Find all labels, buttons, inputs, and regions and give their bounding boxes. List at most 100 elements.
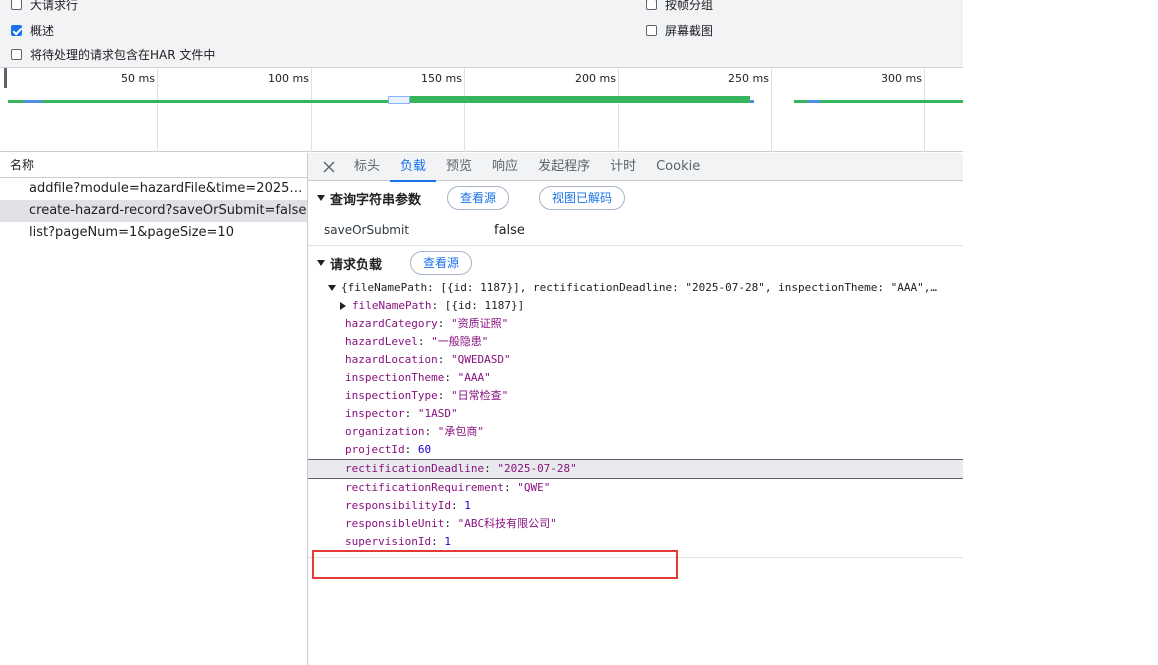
field-key: responsibleUnit bbox=[345, 517, 445, 530]
tab-preview[interactable]: 预览 bbox=[436, 153, 482, 181]
tick-gridline bbox=[618, 68, 619, 152]
request-bar-blue bbox=[808, 100, 820, 103]
request-payload-section: 请求负载 查看源 {fileNamePath: [{id: 1187}], re… bbox=[308, 246, 963, 579]
field-key: rectificationDeadline bbox=[345, 462, 485, 475]
highlight-annotation-box bbox=[312, 550, 678, 579]
tick-label: 300 ms bbox=[881, 72, 922, 85]
view-source-button[interactable]: 查看源 bbox=[410, 251, 473, 275]
tab-timing[interactable]: 计时 bbox=[600, 153, 646, 181]
payload-field[interactable]: projectId: 60 bbox=[308, 441, 963, 459]
tick-gridline bbox=[924, 68, 925, 152]
payload-field[interactable]: inspectionType: "日常检查" bbox=[308, 387, 963, 405]
option-label: 按帧分组 bbox=[665, 0, 714, 12]
payload-field[interactable]: inspector: "1ASD" bbox=[308, 405, 963, 423]
view-source-button[interactable]: 查看源 bbox=[447, 186, 510, 210]
request-row-selected[interactable]: create-hazard-record?saveOrSubmit=false bbox=[0, 200, 307, 222]
tick-gridline bbox=[464, 68, 465, 152]
request-details: 标头 负载 预览 响应 发起程序 计时 Cookie 查询字符串参数 查看源 视… bbox=[308, 153, 963, 665]
tab-payload[interactable]: 负载 bbox=[390, 153, 437, 182]
tick-gridline bbox=[157, 68, 158, 152]
payload-field[interactable]: responsibleUnit: "ABC科技有限公司" bbox=[308, 515, 963, 533]
tab-cookies[interactable]: Cookie bbox=[646, 153, 710, 181]
collapse-triangle-icon bbox=[317, 260, 325, 266]
payload-field[interactable]: inspectionTheme: "AAA" bbox=[308, 369, 963, 387]
checkbox-overview[interactable] bbox=[11, 24, 22, 36]
field-value: "QWE" bbox=[517, 481, 551, 494]
field-value: "AAA" bbox=[457, 371, 491, 384]
checkbox-group-by-frame[interactable] bbox=[646, 0, 657, 10]
payload-field[interactable]: supervisionId: 1 bbox=[308, 533, 963, 551]
request-bar-blue bbox=[750, 100, 754, 103]
payload-field[interactable]: organization: "承包商" bbox=[308, 423, 963, 441]
request-row[interactable]: list?pageNum=1&pageSize=10 bbox=[0, 222, 307, 244]
tick-label: 250 ms bbox=[728, 72, 769, 85]
option-overview[interactable]: 概述 bbox=[11, 20, 54, 40]
field-key: inspectionType bbox=[345, 389, 438, 402]
field-value: "资质证照" bbox=[450, 317, 509, 330]
devtools-network-panel: 大请求行 概述 将待处理的请求包含在HAR 文件中 按帧分组 屏幕截图 50 m… bbox=[0, 0, 963, 665]
field-value: 60 bbox=[417, 443, 432, 456]
query-params-section: 查询字符串参数 查看源 视图已解码 saveOrSubmit false bbox=[308, 181, 963, 246]
option-screenshots[interactable]: 屏幕截图 bbox=[646, 20, 713, 40]
payload-root-object[interactable]: {fileNamePath: [{id: 1187}], rectificati… bbox=[308, 279, 963, 297]
tab-response[interactable]: 响应 bbox=[482, 153, 528, 181]
param-value: false bbox=[494, 222, 525, 238]
overview-drag-handle[interactable] bbox=[4, 68, 7, 88]
tick-label: 200 ms bbox=[575, 72, 616, 85]
field-value: "一般隐患" bbox=[431, 335, 489, 348]
tick-gridline bbox=[771, 68, 772, 152]
field-value: "承包商" bbox=[437, 425, 484, 438]
field-key: rectificationRequirement bbox=[345, 481, 504, 494]
option-large-rows[interactable]: 大请求行 bbox=[11, 0, 78, 14]
payload-field[interactable]: rectificationRequirement: "QWE" bbox=[308, 479, 963, 497]
tick-label: 100 ms bbox=[268, 72, 309, 85]
tab-initiator[interactable]: 发起程序 bbox=[528, 153, 600, 181]
field-key: organization bbox=[345, 425, 425, 438]
field-key: inspectionTheme bbox=[345, 371, 445, 384]
payload-field-filenamepath[interactable]: fileNamePath: [{id: 1187}] bbox=[308, 297, 963, 315]
field-value: [{id: 1187}] bbox=[444, 299, 525, 312]
checkbox-large-rows[interactable] bbox=[11, 0, 22, 10]
field-key: hazardCategory bbox=[345, 317, 438, 330]
payload-summary: {fileNamePath: [{id: 1187}], rectificati… bbox=[341, 281, 938, 294]
collapse-triangle-icon bbox=[317, 195, 325, 201]
tick-gridline bbox=[311, 68, 312, 152]
view-decoded-button[interactable]: 视图已解码 bbox=[539, 186, 626, 210]
payload-field[interactable]: hazardLevel: "一般隐患" bbox=[308, 333, 963, 351]
option-label: 概述 bbox=[30, 23, 55, 38]
field-value: 1 bbox=[464, 499, 471, 512]
request-list: 名称 addfile?module=hazardFile&time=2025-0… bbox=[0, 153, 308, 665]
checkbox-screenshots[interactable] bbox=[646, 24, 657, 36]
checkbox-include-pending-har[interactable] bbox=[11, 48, 22, 60]
expand-triangle-icon bbox=[340, 302, 346, 310]
payload-field[interactable]: rectificationDeadline: "2025-07-28" bbox=[308, 459, 963, 479]
network-settings: 大请求行 概述 将待处理的请求包含在HAR 文件中 按帧分组 屏幕截图 bbox=[0, 0, 963, 68]
expand-triangle-icon bbox=[328, 285, 336, 291]
overview-timeline[interactable]: 50 ms 100 ms 150 ms 200 ms 250 ms 300 ms bbox=[0, 68, 963, 152]
request-bar-main bbox=[410, 96, 750, 103]
field-key: supervisionId bbox=[345, 535, 432, 548]
request-payload-header[interactable]: 请求负载 查看源 bbox=[308, 246, 963, 280]
close-icon[interactable] bbox=[314, 153, 344, 181]
option-label: 大请求行 bbox=[30, 0, 79, 12]
field-key: responsibilityId bbox=[345, 499, 451, 512]
section-title: 请求负载 bbox=[330, 257, 383, 273]
section-title: 查询字符串参数 bbox=[330, 192, 422, 208]
field-value: 1 bbox=[444, 535, 451, 548]
field-key: inspector bbox=[345, 407, 405, 420]
option-group-by-frame[interactable]: 按帧分组 bbox=[646, 0, 713, 14]
option-include-pending-har[interactable]: 将待处理的请求包含在HAR 文件中 bbox=[11, 44, 215, 64]
column-header-name[interactable]: 名称 bbox=[0, 153, 307, 178]
request-bar-blue bbox=[24, 100, 42, 103]
tab-headers[interactable]: 标头 bbox=[344, 153, 390, 181]
payload-field[interactable]: responsibilityId: 1 bbox=[308, 497, 963, 515]
query-params-header[interactable]: 查询字符串参数 查看源 视图已解码 bbox=[308, 181, 963, 215]
payload-field[interactable]: hazardCategory: "资质证照" bbox=[308, 315, 963, 333]
field-value: "ABC科技有限公司" bbox=[457, 517, 557, 530]
field-value: "2025-07-28" bbox=[497, 462, 577, 475]
request-row[interactable]: addfile?module=hazardFile&time=2025-07..… bbox=[0, 178, 307, 200]
field-value: "QWEDASD" bbox=[450, 353, 511, 366]
tick-label: 150 ms bbox=[421, 72, 462, 85]
query-param-row: saveOrSubmit false bbox=[308, 215, 963, 245]
payload-field[interactable]: hazardLocation: "QWEDASD" bbox=[308, 351, 963, 369]
